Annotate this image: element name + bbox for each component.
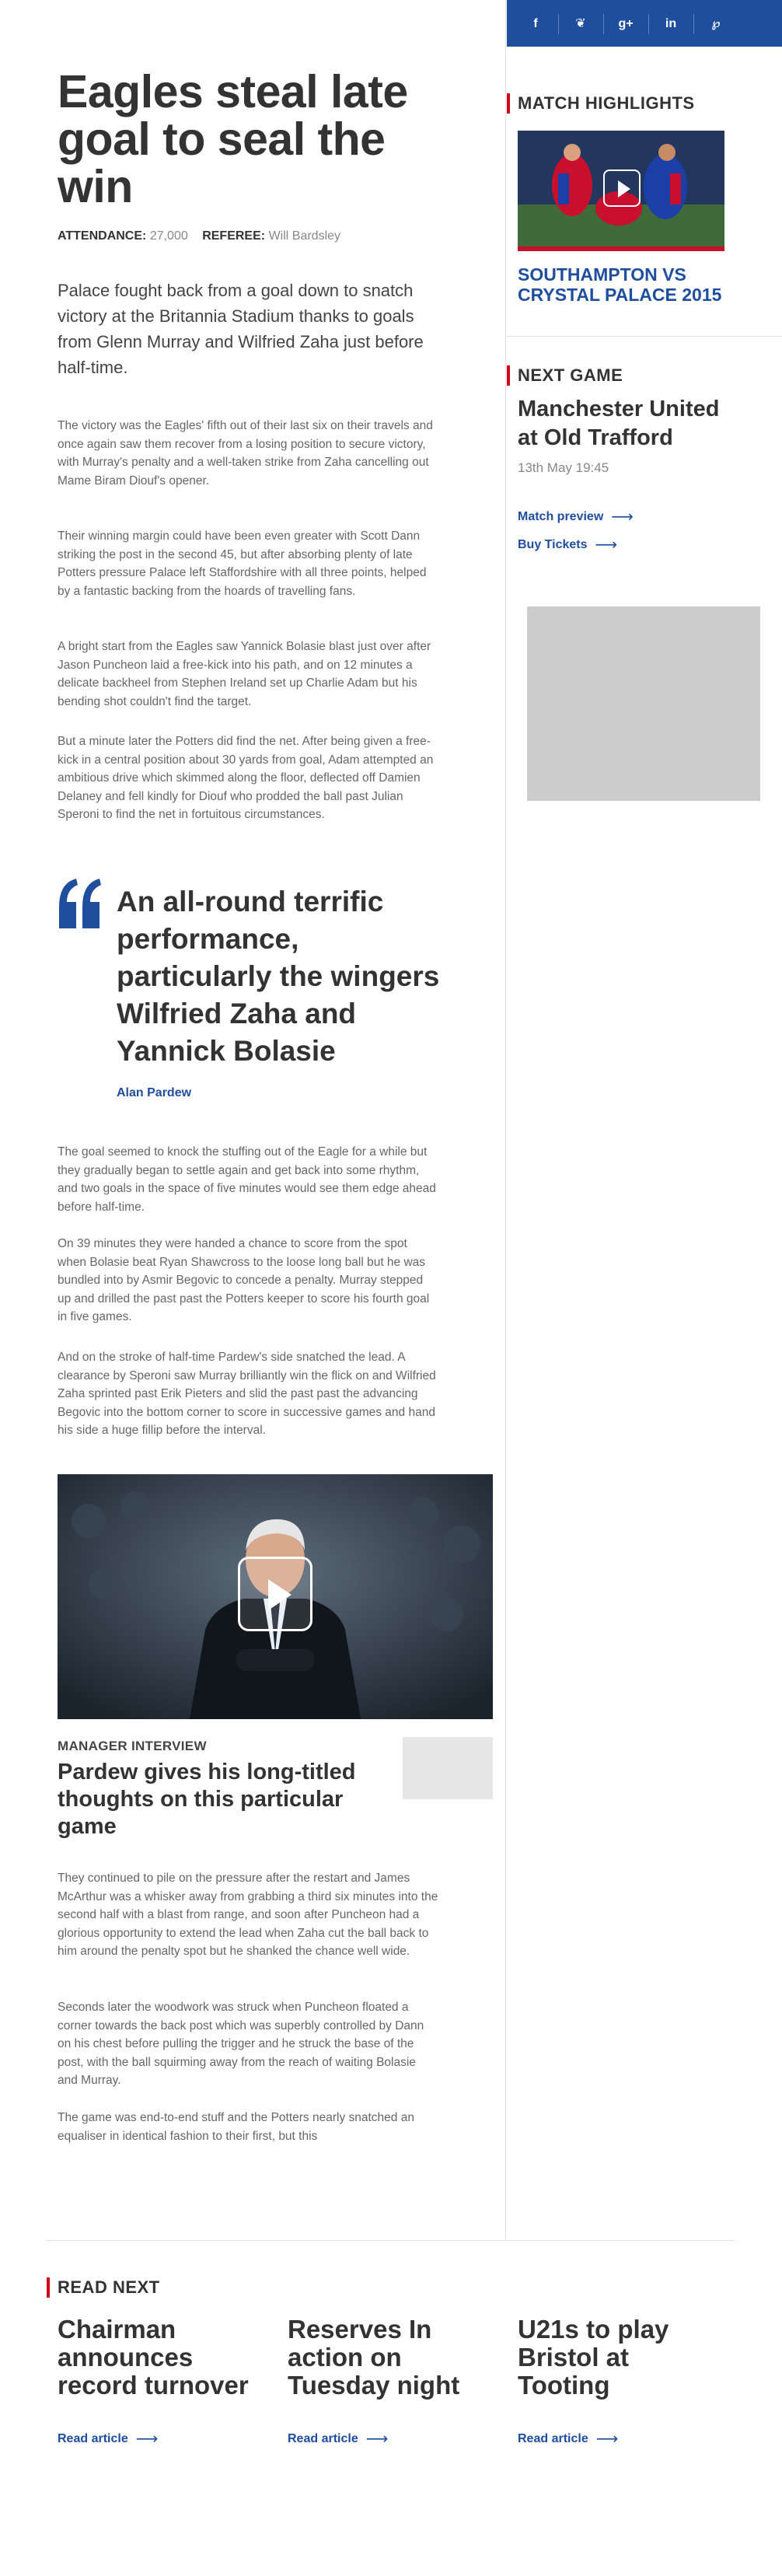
divider — [603, 14, 604, 34]
highlights-video-thumbnail[interactable] — [518, 131, 724, 251]
read-next-heading: READ NEXT — [47, 2277, 160, 2298]
read-article-link[interactable]: Read article ⟶ — [288, 2430, 389, 2448]
social-share-bar: f ❦ g+ in ℘ — [507, 0, 782, 47]
arrow-right-icon: ⟶ — [135, 2430, 159, 2448]
manager-interview-video[interactable] — [58, 1474, 493, 1719]
linkedin-icon[interactable]: in — [661, 14, 681, 34]
article-paragraph: A bright start from the Eagles saw Yanni… — [58, 640, 431, 708]
article-paragraph: And on the stroke of half-time Pardew's … — [58, 1351, 436, 1437]
arrow-right-icon: ⟶ — [595, 536, 618, 554]
read-article-link[interactable]: Read article ⟶ — [518, 2430, 619, 2448]
ad-placeholder — [527, 606, 760, 801]
play-icon[interactable] — [603, 170, 641, 207]
match-preview-link[interactable]: Match preview ⟶ — [518, 508, 634, 526]
buy-tickets-link[interactable]: Buy Tickets ⟶ — [518, 536, 618, 554]
divider — [558, 14, 559, 34]
read-next-card-title[interactable]: Chairman announces record turnover — [58, 2316, 260, 2399]
match-meta: ATTENDANCE: 27,000 REFEREE: Will Bardsle… — [58, 229, 351, 243]
read-article-label: Read article — [288, 2432, 358, 2445]
article-paragraph: On 39 minutes they were handed a chance … — [58, 1237, 430, 1323]
video-kicker: MANAGER INTERVIEW — [58, 1739, 207, 1753]
googleplus-icon[interactable]: g+ — [616, 14, 636, 34]
article-headline: Eagles steal late goal to seal the win — [58, 66, 408, 212]
read-next-card-title[interactable]: U21s to play Bristol at Tooting — [518, 2316, 720, 2399]
quote-author-link[interactable]: Alan Pardew — [117, 1086, 191, 1100]
play-button[interactable] — [238, 1557, 312, 1631]
article-paragraph: Seconds later the woodwork was struck wh… — [58, 2001, 424, 2087]
article-paragraph: But a minute later the Potters did find … — [58, 735, 434, 821]
read-article-link[interactable]: Read article ⟶ — [58, 2430, 159, 2448]
article-paragraph: The goal seemed to knock the stuffing ou… — [58, 1145, 436, 1214]
divider — [648, 14, 649, 34]
highlights-title-link[interactable]: SOUTHAMPTON VS CRYSTAL PALACE 2015 — [518, 264, 751, 305]
article-paragraph: They continued to pile on the pressure a… — [58, 1872, 438, 1958]
buy-tickets-label: Buy Tickets — [518, 538, 588, 551]
next-game-date: 13th May 19:45 — [518, 460, 609, 475]
read-article-label: Read article — [58, 2432, 128, 2445]
next-game-title: Manchester United at Old Trafford — [518, 397, 720, 450]
pull-quote: An all-round terrific performance, parti… — [117, 886, 440, 1067]
arrow-right-icon: ⟶ — [595, 2430, 619, 2448]
read-next-card-title[interactable]: Reserves In action on Tuesday night — [288, 2316, 490, 2399]
attendance-label: ATTENDANCE: — [58, 229, 147, 243]
ad-placeholder-small — [403, 1737, 493, 1799]
article-paragraph: Their winning margin could have been eve… — [58, 530, 427, 598]
quote-icon — [59, 879, 101, 928]
video-title[interactable]: Pardew gives his long-titled thoughts on… — [58, 1759, 376, 1840]
article-paragraph: The victory was the Eagles' fifth out of… — [58, 419, 433, 488]
attendance-value: 27,000 — [149, 229, 188, 243]
sidebar-divider — [507, 336, 782, 337]
section-divider — [47, 2240, 735, 2241]
referee-label: REFEREE: — [202, 229, 266, 243]
match-preview-label: Match preview — [518, 510, 604, 523]
arrow-right-icon: ⟶ — [611, 508, 634, 526]
divider — [693, 14, 694, 34]
facebook-icon[interactable]: f — [525, 14, 546, 34]
next-game-heading: NEXT GAME — [507, 365, 623, 386]
pinterest-icon[interactable]: ℘ — [706, 14, 726, 34]
read-article-label: Read article — [518, 2432, 588, 2445]
article-lede: Palace fought back from a goal down to s… — [58, 281, 424, 377]
twitter-icon[interactable]: ❦ — [571, 14, 591, 34]
article-paragraph: The game was end-to-end stuff and the Po… — [58, 2111, 414, 2143]
referee-value: Will Bardsley — [268, 229, 341, 243]
match-highlights-heading: MATCH HIGHLIGHTS — [507, 93, 695, 114]
arrow-right-icon: ⟶ — [365, 2430, 389, 2448]
